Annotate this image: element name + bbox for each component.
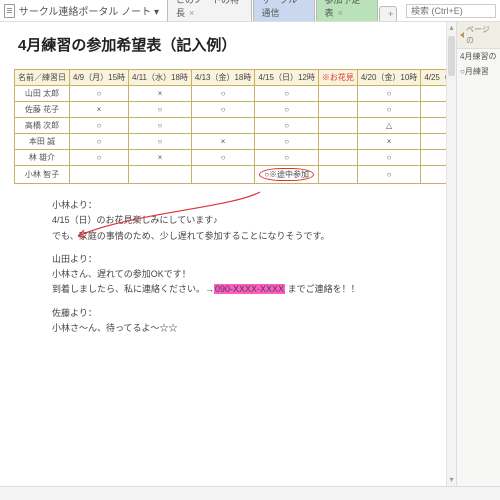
- page-list-panel: ページの 4月練習の ○月練習: [456, 22, 500, 486]
- attendance-cell[interactable]: ○: [191, 102, 254, 118]
- comment-text: 到着しましたら、私に連絡ください。→090-XXXX-XXXX までご連絡を！！: [52, 282, 442, 297]
- attendance-cell[interactable]: ○: [70, 118, 129, 134]
- column-header: 4/11（水）18時: [129, 70, 192, 86]
- table-row: 小林 智子○※途中参加○○: [15, 166, 457, 184]
- column-header: 名前／練習日: [15, 70, 70, 86]
- search-input[interactable]: [406, 4, 496, 18]
- add-tab-button[interactable]: +: [379, 6, 397, 21]
- column-header: 4/13（金）18時: [191, 70, 254, 86]
- table-row: 佐藤 花子×○○○○×: [15, 102, 457, 118]
- attendance-cell[interactable]: ○: [255, 150, 318, 166]
- attendance-cell[interactable]: ○: [255, 118, 318, 134]
- page-list-item[interactable]: 4月練習の: [457, 49, 500, 64]
- attendance-cell[interactable]: ×: [129, 86, 192, 102]
- document-title: サークル連絡ポータル ノート ▾: [19, 3, 159, 18]
- vertical-scrollbar[interactable]: ▴ ▾: [446, 22, 456, 486]
- page-tabs: このノートの特長× サークル通信 参加予定表× +: [167, 1, 398, 21]
- attendance-cell[interactable]: ○: [357, 102, 420, 118]
- comment-author: 山田より：: [52, 252, 442, 267]
- highlighted-phone: 090-XXXX-XXXX: [214, 284, 285, 294]
- comment-text: 小林さん、遅れての参加OKです！: [52, 267, 442, 282]
- table-row: 本田 誠○○×○×○: [15, 134, 457, 150]
- attendance-cell[interactable]: ×: [70, 102, 129, 118]
- attendance-cell[interactable]: ○: [255, 86, 318, 102]
- collapse-icon: [460, 32, 464, 38]
- name-cell: 佐藤 花子: [15, 102, 70, 118]
- attendance-cell[interactable]: ○: [255, 134, 318, 150]
- column-header: 4/20（金）10時: [357, 70, 420, 86]
- tab-schedule[interactable]: 参加予定表×: [316, 0, 378, 21]
- tab-features[interactable]: このノートの特長×: [167, 0, 252, 21]
- attendance-cell[interactable]: [318, 86, 357, 102]
- attendance-table: 名前／練習日4/9（月）15時4/11（水）18時4/13（金）18時4/15（…: [14, 69, 456, 184]
- attendance-cell[interactable]: ○: [357, 86, 420, 102]
- table-row: 山田 太郎○×○○○○: [15, 86, 457, 102]
- attendance-cell[interactable]: [318, 150, 357, 166]
- attendance-cell[interactable]: [70, 166, 129, 184]
- attendance-cell[interactable]: [129, 166, 192, 184]
- scroll-up-icon[interactable]: ▴: [447, 22, 456, 34]
- comment-author: 小林より：: [52, 198, 442, 213]
- column-header: 4/9（月）15時: [70, 70, 129, 86]
- table-row: 高橋 次郎○○○△○: [15, 118, 457, 134]
- attendance-cell[interactable]: [318, 102, 357, 118]
- document-icon: [4, 4, 15, 18]
- attendance-cell[interactable]: ○: [70, 86, 129, 102]
- attendance-cell[interactable]: ×: [357, 134, 420, 150]
- attendance-cell[interactable]: ○: [70, 134, 129, 150]
- column-header: ※お花見: [318, 70, 357, 86]
- table-row: 林 雄介○×○○○△: [15, 150, 457, 166]
- page-list-item[interactable]: ○月練習: [457, 64, 500, 79]
- attendance-cell[interactable]: ○: [357, 166, 420, 184]
- column-header: 4/15（日）12時: [255, 70, 318, 86]
- scrollbar-thumb[interactable]: [448, 36, 455, 76]
- page-content: 4月練習の参加希望表（記入例） 名前／練習日4/9（月）15時4/11（水）18…: [0, 22, 456, 486]
- name-cell: 本田 誠: [15, 134, 70, 150]
- attendance-cell[interactable]: [318, 134, 357, 150]
- attendance-cell[interactable]: △: [357, 118, 420, 134]
- name-cell: 小林 智子: [15, 166, 70, 184]
- attendance-cell[interactable]: ×: [191, 134, 254, 150]
- circled-annotation: ○※途中参加: [259, 168, 314, 181]
- panel-header[interactable]: ページの: [457, 22, 500, 49]
- attendance-cell[interactable]: ○※途中参加: [255, 166, 318, 184]
- name-cell: 山田 太郎: [15, 86, 70, 102]
- attendance-cell[interactable]: ○: [129, 118, 192, 134]
- attendance-cell[interactable]: [191, 166, 254, 184]
- attendance-cell[interactable]: [191, 118, 254, 134]
- comments-section[interactable]: 小林より： 4/15（日）のお花見楽しみにしています♪ でも、家庭の事情のため、…: [52, 198, 442, 336]
- comment-text: でも、家庭の事情のため、少し遅れて参加することになりそうです。: [52, 229, 442, 244]
- attendance-cell[interactable]: ○: [191, 150, 254, 166]
- close-icon[interactable]: ×: [189, 8, 194, 18]
- attendance-cell[interactable]: ○: [255, 102, 318, 118]
- attendance-cell[interactable]: ○: [357, 150, 420, 166]
- attendance-cell[interactable]: [318, 118, 357, 134]
- attendance-cell[interactable]: ○: [70, 150, 129, 166]
- tab-circle-news[interactable]: サークル通信: [253, 0, 315, 21]
- attendance-cell[interactable]: ○: [191, 86, 254, 102]
- attendance-cell[interactable]: ○: [129, 134, 192, 150]
- comment-text: 4/15（日）のお花見楽しみにしています♪: [52, 213, 442, 228]
- attendance-cell[interactable]: ○: [129, 102, 192, 118]
- scroll-down-icon[interactable]: ▾: [447, 474, 456, 486]
- close-icon[interactable]: ×: [338, 8, 343, 18]
- page-title: 4月練習の参加希望表（記入例）: [18, 34, 442, 55]
- comment-text: 小林さ～ん、待ってるよ～☆☆: [52, 321, 442, 336]
- attendance-cell[interactable]: ×: [129, 150, 192, 166]
- attendance-cell[interactable]: [318, 166, 357, 184]
- name-cell: 高橋 次郎: [15, 118, 70, 134]
- status-bar: [0, 486, 500, 500]
- name-cell: 林 雄介: [15, 150, 70, 166]
- comment-author: 佐藤より：: [52, 306, 442, 321]
